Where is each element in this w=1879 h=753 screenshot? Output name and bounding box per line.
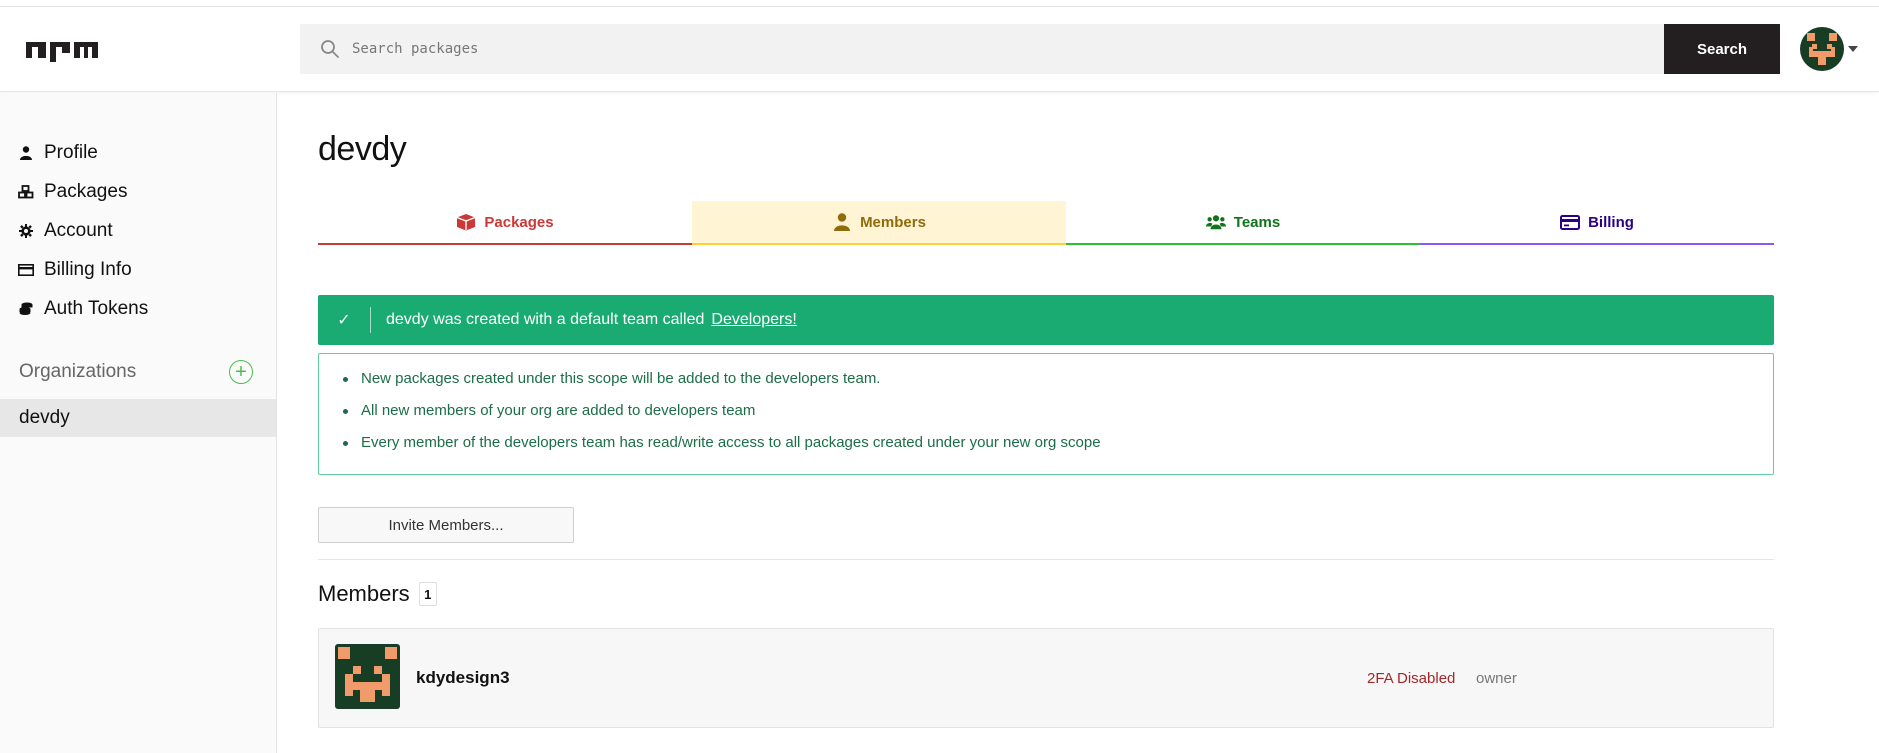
page-title: devdy xyxy=(318,130,407,168)
header: Search xyxy=(0,7,1879,92)
members-heading: Members 1 xyxy=(318,581,437,607)
packages-icon xyxy=(18,184,34,200)
search-bar xyxy=(300,24,1664,74)
member-username[interactable]: kdydesign3 xyxy=(416,668,510,688)
org-tabs: Packages Members Teams Billing xyxy=(318,201,1774,245)
alert-separator xyxy=(370,307,371,333)
organizations-heading: Organizations xyxy=(19,361,137,382)
add-organization-button[interactable]: + xyxy=(229,360,253,384)
tab-packages[interactable]: Packages xyxy=(318,201,692,245)
user-icon xyxy=(832,213,852,231)
info-item: Every member of the developers team has … xyxy=(341,435,1773,467)
invite-members-button[interactable]: Invite Members... xyxy=(318,507,574,543)
info-box: New packages created under this scope wi… xyxy=(318,353,1774,475)
check-icon: ✓ xyxy=(337,312,351,329)
tab-label: Packages xyxy=(484,213,554,231)
sidebar-item-auth-tokens[interactable]: Auth Tokens xyxy=(0,291,276,327)
info-item: All new members of your org are added to… xyxy=(341,403,1773,435)
box-icon xyxy=(456,213,476,231)
user-menu-button[interactable] xyxy=(1800,27,1862,73)
credit-card-icon xyxy=(1560,213,1581,231)
user-avatar-icon xyxy=(1800,27,1844,71)
search-input[interactable] xyxy=(352,24,1652,74)
alert-text: devdy was created with a default team ca… xyxy=(386,311,705,328)
member-role: owner xyxy=(1476,670,1517,687)
member-avatar-icon[interactable] xyxy=(335,644,400,709)
npm-logo[interactable] xyxy=(26,38,98,62)
info-list: New packages created under this scope wi… xyxy=(341,371,1773,467)
sidebar-item-packages[interactable]: Packages xyxy=(0,174,276,210)
tab-teams[interactable]: Teams xyxy=(1066,201,1420,245)
search-button[interactable]: Search xyxy=(1664,24,1780,74)
sidebar-org-item[interactable]: devdy xyxy=(0,399,276,437)
user-icon xyxy=(18,145,34,161)
sidebar-item-profile[interactable]: Profile xyxy=(0,135,276,171)
sidebar-item-account[interactable]: Account xyxy=(0,213,276,249)
sidebar-item-label: Packages xyxy=(44,181,128,202)
tab-billing[interactable]: Billing xyxy=(1420,201,1774,245)
sidebar-item-label: Billing Info xyxy=(44,259,132,280)
sidebar-item-billing-info[interactable]: Billing Info xyxy=(0,252,276,288)
members-count-badge: 1 xyxy=(418,582,437,606)
coins-icon xyxy=(18,301,34,317)
success-alert: ✓ devdy was created with a default team … xyxy=(318,295,1774,345)
credit-card-icon xyxy=(18,262,34,278)
divider xyxy=(318,559,1774,560)
tab-members[interactable]: Members xyxy=(692,201,1066,245)
tab-label: Billing xyxy=(1588,213,1634,231)
sidebar-item-label: Profile xyxy=(44,142,98,163)
sidebar-item-label: Account xyxy=(44,220,113,241)
gear-icon xyxy=(18,223,34,239)
tab-label: Members xyxy=(860,213,926,231)
users-icon xyxy=(1205,213,1226,231)
sidebar-item-label: Auth Tokens xyxy=(44,298,149,319)
org-name: devdy xyxy=(19,407,70,428)
info-item: New packages created under this scope wi… xyxy=(341,371,1773,403)
tfa-status: 2FA Disabled xyxy=(1367,670,1456,687)
developers-team-link[interactable]: Developers! xyxy=(711,311,796,329)
member-row: kdydesign3 2FA Disabled owner xyxy=(318,628,1774,728)
members-title: Members xyxy=(318,581,410,606)
sidebar: Profile Packages Account Billing Info Au… xyxy=(0,93,277,753)
plus-icon: + xyxy=(235,361,247,383)
tab-label: Teams xyxy=(1233,213,1281,231)
chevron-down-icon xyxy=(1848,46,1858,52)
search-icon xyxy=(321,40,339,58)
